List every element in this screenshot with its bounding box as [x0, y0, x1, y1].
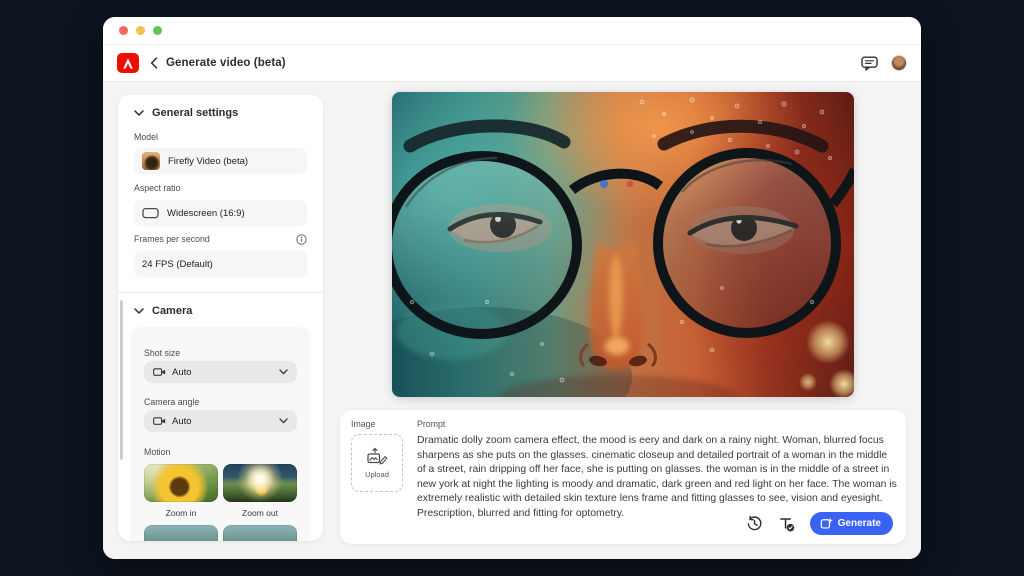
- video-preview: [392, 92, 854, 397]
- motion-option-extra[interactable]: [144, 525, 218, 541]
- camera-angle-value: Auto: [172, 416, 192, 427]
- video-camera-icon: [153, 416, 166, 426]
- settings-sidebar: General settings Model Firefly Video (be…: [118, 95, 323, 541]
- model-thumbnail: [142, 152, 160, 170]
- chevron-down-icon: [279, 418, 288, 424]
- shot-size-value: Auto: [172, 367, 192, 378]
- shot-size-dropdown[interactable]: Auto: [144, 361, 297, 383]
- back-button[interactable]: [150, 57, 158, 69]
- generate-button[interactable]: Generate: [810, 512, 893, 535]
- motion-option-extra[interactable]: [223, 525, 297, 541]
- image-label: Image: [351, 419, 375, 429]
- fps-label: Frames per second: [134, 234, 210, 244]
- widescreen-icon: [142, 207, 159, 219]
- page-title: Generate video (beta): [166, 57, 286, 69]
- motion-option-label: Zoom out: [223, 508, 297, 518]
- model-selector[interactable]: Firefly Video (beta): [134, 148, 307, 174]
- fps-value: 24 FPS (Default): [142, 259, 213, 270]
- chevron-down-icon: [134, 110, 144, 116]
- user-avatar[interactable]: [891, 55, 907, 71]
- prompt-panel: Image Upload Prompt Dramatic dolly zoom …: [340, 410, 906, 544]
- motion-option-zoom-in[interactable]: [144, 464, 218, 502]
- prompt-label: Prompt: [417, 419, 445, 429]
- section-camera[interactable]: Camera: [134, 305, 192, 317]
- app-header: Generate video (beta): [103, 45, 921, 82]
- aspect-ratio-label: Aspect ratio: [134, 183, 180, 193]
- minimize-window-button[interactable]: [136, 26, 145, 35]
- section-general-settings[interactable]: General settings: [134, 107, 238, 119]
- sidebar-divider: [118, 292, 323, 293]
- chevron-down-icon: [279, 369, 288, 375]
- motion-option-label: Zoom in: [144, 508, 218, 518]
- maximize-window-button[interactable]: [153, 26, 162, 35]
- section-title: General settings: [152, 107, 238, 119]
- upload-label: Upload: [365, 470, 389, 479]
- app-window: Generate video (beta) General settings M…: [103, 17, 921, 559]
- image-upload-button[interactable]: Upload: [351, 434, 403, 492]
- generate-label: Generate: [838, 518, 881, 529]
- motion-label: Motion: [144, 447, 170, 457]
- main-content: General settings Model Firefly Video (be…: [103, 82, 921, 559]
- shot-size-label: Shot size: [144, 348, 180, 358]
- sidebar-scrollbar[interactable]: [120, 300, 123, 460]
- fps-info-icon[interactable]: [296, 234, 307, 245]
- camera-angle-dropdown[interactable]: Auto: [144, 410, 297, 432]
- aspect-ratio-selector[interactable]: Widescreen (16:9): [134, 200, 307, 226]
- sparkle-generate-icon: [820, 517, 833, 530]
- close-window-button[interactable]: [119, 26, 128, 35]
- portrait-image: [392, 92, 854, 397]
- aspect-ratio-value: Widescreen (16:9): [167, 208, 245, 219]
- adobe-logo-icon[interactable]: [117, 53, 139, 73]
- section-title: Camera: [152, 305, 192, 317]
- video-camera-icon: [153, 367, 166, 377]
- camera-angle-label: Camera angle: [144, 397, 199, 407]
- model-label: Model: [134, 132, 158, 142]
- upload-image-icon: [366, 447, 388, 466]
- text-check-icon[interactable]: [778, 516, 795, 532]
- feedback-bubble-icon[interactable]: [861, 56, 878, 71]
- chevron-left-icon: [150, 57, 158, 69]
- chevron-down-icon: [134, 308, 144, 314]
- history-icon[interactable]: [746, 515, 763, 532]
- prompt-text-input[interactable]: Dramatic dolly zoom camera effect, the m…: [417, 434, 897, 522]
- motion-option-zoom-out[interactable]: [223, 464, 297, 502]
- fps-selector[interactable]: 24 FPS (Default): [134, 251, 307, 277]
- window-titlebar: [103, 17, 921, 45]
- model-value: Firefly Video (beta): [168, 156, 248, 167]
- prompt-actions: Generate: [746, 512, 893, 535]
